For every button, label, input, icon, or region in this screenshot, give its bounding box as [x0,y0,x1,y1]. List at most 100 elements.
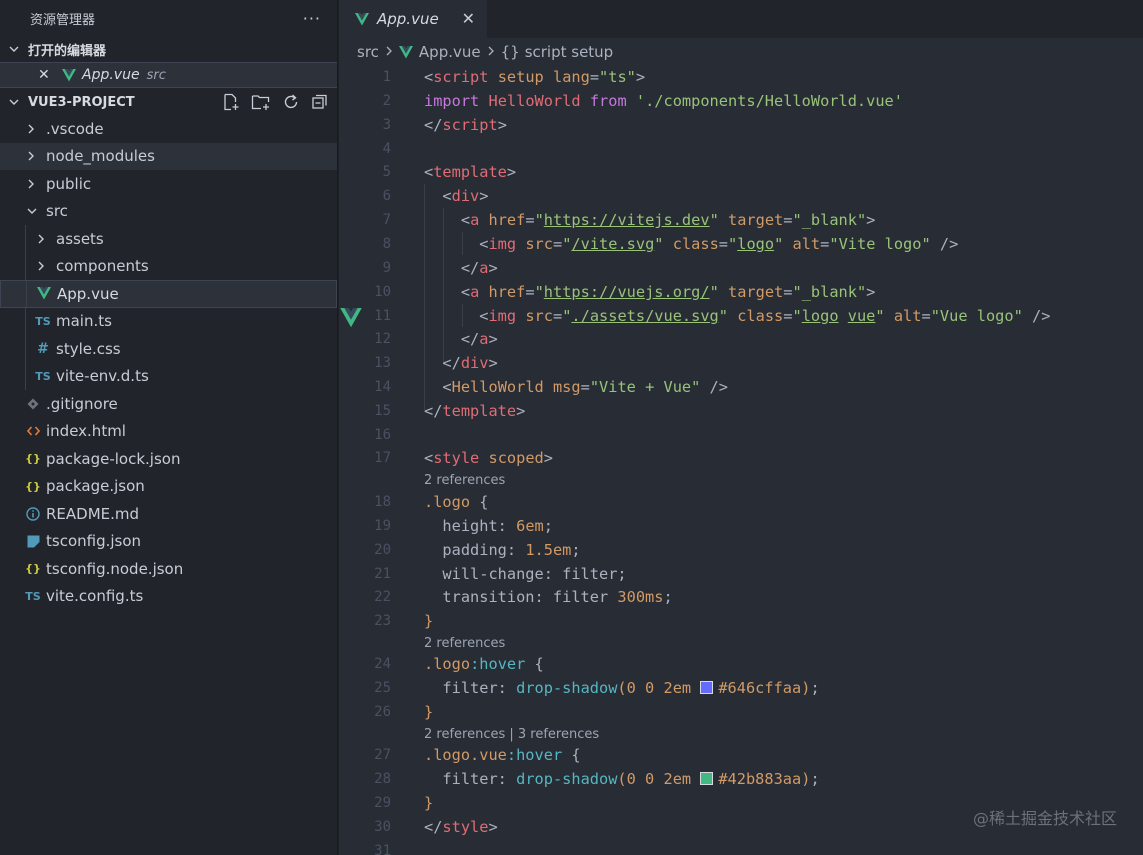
tree-folder-assets[interactable]: assets [0,225,337,253]
line-number: 31 [374,843,391,855]
code-line: 27 .logo.vue:hover { [339,744,1143,767]
code-text: </template> [424,402,526,420]
chevron-right-icon [385,43,393,61]
project-label: VUE3-PROJECT [28,94,135,110]
code-text: filter: drop-shadow(0 0 2em #42b883aa); [424,770,820,788]
line-number: 18 [374,494,391,510]
tree-file-tsconfig-node[interactable]: {} tsconfig.node.json [0,555,337,583]
tree-item-label: README.md [46,504,140,523]
code-text: <script setup lang="ts"> [424,68,646,86]
tree-folder-public[interactable]: public [0,170,337,198]
open-editor-path: src [146,67,166,83]
line-number: 1 [382,69,391,85]
code-line: 4 [339,138,1143,161]
new-file-icon[interactable] [222,93,240,111]
code-text: } [424,794,434,812]
code-lens[interactable]: 2 references [424,472,505,490]
code-text: padding: 1.5em; [424,541,581,559]
line-number: 2 [382,93,391,109]
code-line: 7 <a href="https://vitejs.dev" target="_… [339,209,1143,232]
tree-item-label: components [56,257,149,276]
code-text: .logo { [424,493,489,511]
breadcrumb-folder[interactable]: src [357,43,379,61]
explorer-header: 资源管理器 ··· [0,0,337,36]
code-text: <div> [424,187,489,205]
tab-app-vue[interactable]: App.vue ✕ [339,0,487,38]
json-file-icon: {} [25,479,41,493]
line-number: 21 [374,566,391,582]
tree-file-app-vue[interactable]: App.vue [0,280,337,308]
tree-item-label: tsconfig.node.json [46,559,184,578]
braces-icon: {} [500,43,520,61]
chevron-right-icon [36,233,50,245]
tree-file-tsconfig[interactable]: tsconfig.json [0,528,337,556]
code-text: will-change: filter; [424,565,627,583]
code-line: 22 transition: filter 300ms; [339,586,1143,609]
tree-file-index-html[interactable]: index.html [0,418,337,446]
code-lens[interactable]: 2 references | 3 references [424,726,599,744]
open-editor-item[interactable]: ✕ App.vue src [0,62,337,88]
json-file-icon: {} [25,562,41,576]
tree-file-readme[interactable]: README.md [0,500,337,528]
code-text: .logo:hover { [424,655,544,673]
code-text: height: 6em; [424,517,553,535]
tree-item-label: public [46,174,92,193]
vue-file-icon [37,287,51,300]
refresh-icon[interactable] [282,93,300,111]
code-editor[interactable]: 1 <script setup lang="ts"> 2 import Hell… [339,66,1143,855]
code-text: <a href="https://vitejs.dev" target="_bl… [424,211,876,229]
line-number: 6 [382,188,391,204]
file-tree: .vscode node_modules public src assets c… [0,115,337,610]
tree-folder-node-modules[interactable]: node_modules [0,142,337,170]
code-line: 17 <style scoped> [339,447,1143,470]
line-number: 3 [382,117,391,133]
close-icon[interactable]: ✕ [38,67,62,83]
code-line: 15 </template> [339,400,1143,423]
line-number: 12 [374,331,391,347]
code-line: 19 height: 6em; [339,515,1143,538]
tree-file-vite-config[interactable]: TS vite.config.ts [0,583,337,611]
color-swatch[interactable] [700,681,714,694]
code-line: 18 .logo { [339,491,1143,514]
git-file-icon [26,398,40,410]
line-number: 15 [374,403,391,419]
tree-folder-components[interactable]: components [0,252,337,280]
code-line: 1 <script setup lang="ts"> [339,66,1143,89]
code-lens[interactable]: 2 references [424,635,505,653]
project-section[interactable]: VUE3-PROJECT [0,89,337,115]
line-number: 24 [374,656,391,672]
tree-file-style-css[interactable]: # style.css [0,335,337,363]
tree-file-main-ts[interactable]: TS main.ts [0,307,337,335]
code-text: </script> [424,116,507,134]
more-actions-button[interactable]: ··· [303,9,321,28]
line-number: 5 [382,164,391,180]
chevron-right-icon [487,43,495,61]
tree-file-package-lock[interactable]: {} package-lock.json [0,445,337,473]
line-number: 16 [374,427,391,443]
line-number: 8 [382,236,391,252]
tree-item-label: tsconfig.json [46,532,142,551]
color-swatch[interactable] [700,772,714,785]
code-text: <img src="/vite.svg" class="logo" alt="V… [424,235,959,253]
indent-guide [25,307,26,335]
code-line: 5 <template> [339,161,1143,184]
tree-file-vite-env[interactable]: TS vite-env.d.ts [0,362,337,390]
tree-folder-src[interactable]: src [0,198,337,226]
open-editors-section[interactable]: 打开的编辑器 [0,36,337,62]
line-number: 9 [382,260,391,276]
chevron-down-icon [8,96,28,108]
close-tab-icon[interactable]: ✕ [462,9,475,28]
code-line: 12 </a> [339,328,1143,351]
tree-file-package-json[interactable]: {} package.json [0,473,337,501]
new-folder-icon[interactable] [251,93,271,111]
line-number: 14 [374,379,391,395]
tree-folder-vscode[interactable]: .vscode [0,115,337,143]
tree-file-gitignore[interactable]: .gitignore [0,390,337,418]
line-number: 23 [374,613,391,629]
breadcrumb-file[interactable]: App.vue [419,43,481,61]
code-text: </style> [424,818,498,836]
code-line: 25 filter: drop-shadow(0 0 2em #646cffaa… [339,677,1143,700]
breadcrumb-symbol[interactable]: script setup [525,43,614,61]
chevron-down-icon [8,43,28,55]
collapse-all-icon[interactable] [311,93,329,111]
